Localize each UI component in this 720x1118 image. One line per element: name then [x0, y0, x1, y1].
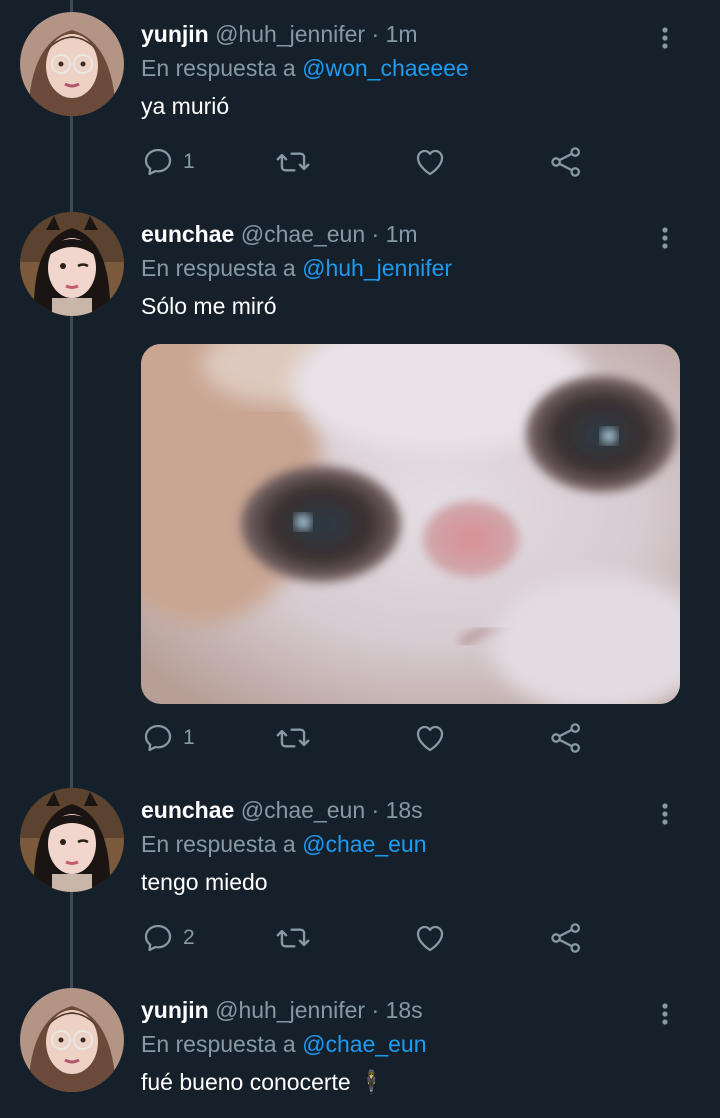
retweet-button[interactable] — [275, 144, 311, 180]
reply-count: 1 — [183, 150, 195, 173]
mention-link[interactable]: @won_chaeeee — [302, 55, 469, 81]
user-handle[interactable]: @huh_jennifer — [215, 21, 365, 47]
like-button[interactable] — [413, 720, 447, 756]
avatar[interactable] — [20, 788, 124, 892]
tweet[interactable]: eunchae @chae_eun · 18s En respuesta a @… — [0, 788, 720, 964]
reply-count: 2 — [183, 926, 195, 949]
tweet-header: eunchae @chae_eun · 18s — [141, 794, 423, 826]
mention-link[interactable]: @chae_eun — [302, 1031, 426, 1057]
display-name[interactable]: eunchae — [141, 797, 234, 823]
display-name[interactable]: yunjin — [141, 21, 209, 47]
display-name[interactable]: yunjin — [141, 997, 209, 1023]
tweet[interactable]: yunjin @huh_jennifer · 1m En respuesta a… — [0, 12, 720, 188]
retweet-icon — [276, 728, 310, 748]
tweet-header: eunchae @chae_eun · 1m — [141, 218, 418, 250]
mention-link[interactable]: @chae_eun — [302, 831, 426, 857]
share-button[interactable] — [549, 920, 583, 956]
reply-prefix: En respuesta a — [141, 831, 296, 857]
like-icon — [416, 149, 444, 176]
tweet-actions: 2 — [141, 920, 591, 956]
tweet-actions: 1 — [141, 720, 591, 756]
timestamp[interactable]: 1m — [386, 221, 418, 247]
mention-link[interactable]: @huh_jennifer — [302, 255, 452, 281]
reply-button[interactable]: 2 — [141, 920, 195, 956]
reply-context: En respuesta a @chae_eun — [141, 828, 427, 860]
reply-button[interactable]: 1 — [141, 144, 195, 180]
avatar[interactable] — [20, 12, 124, 116]
separator-dot: · — [371, 21, 380, 47]
tweet-text: ya murió — [141, 93, 230, 119]
tweet-header: yunjin @huh_jennifer · 18s — [141, 994, 423, 1026]
tweet-text: Sólo me miró — [141, 293, 277, 319]
reply-prefix: En respuesta a — [141, 1031, 296, 1057]
display-name[interactable]: eunchae — [141, 221, 234, 247]
reply-prefix: En respuesta a — [141, 55, 296, 81]
timestamp[interactable]: 18s — [386, 797, 423, 823]
reply-context: En respuesta a @chae_eun — [141, 1028, 427, 1060]
share-button[interactable] — [549, 720, 583, 756]
reply-prefix: En respuesta a — [141, 255, 296, 281]
retweet-icon — [276, 152, 310, 172]
more-vertical-icon[interactable] — [652, 24, 678, 56]
more-vertical-icon[interactable] — [652, 800, 678, 832]
avatar[interactable] — [20, 988, 124, 1092]
tweet[interactable]: yunjin @huh_jennifer · 18s En respuesta … — [0, 988, 720, 1118]
more-vertical-icon[interactable] — [652, 1000, 678, 1032]
reply-icon — [144, 148, 172, 176]
user-handle[interactable]: @chae_eun — [241, 221, 365, 247]
reply-icon — [144, 724, 172, 752]
share-icon — [551, 723, 581, 753]
like-icon — [416, 725, 444, 752]
timestamp[interactable]: 1m — [386, 21, 418, 47]
separator-dot: · — [371, 997, 380, 1023]
reply-context: En respuesta a @huh_jennifer — [141, 252, 452, 284]
retweet-icon — [276, 928, 310, 948]
separator-dot: · — [371, 797, 380, 823]
user-handle[interactable]: @huh_jennifer — [215, 997, 365, 1023]
tweet-header: yunjin @huh_jennifer · 1m — [141, 18, 417, 50]
reply-context: En respuesta a @won_chaeeee — [141, 52, 469, 84]
like-button[interactable] — [413, 144, 447, 180]
tweet-text: fué bueno conocerte 🕴 — [141, 1069, 386, 1095]
reply-count: 1 — [183, 726, 195, 749]
share-button[interactable] — [549, 144, 583, 180]
share-icon — [551, 923, 581, 953]
avatar[interactable] — [20, 212, 124, 316]
user-handle[interactable]: @chae_eun — [241, 797, 365, 823]
share-icon — [551, 147, 581, 177]
tweet-text: tengo miedo — [141, 869, 268, 895]
like-button[interactable] — [413, 920, 447, 956]
retweet-button[interactable] — [275, 720, 311, 756]
reply-button[interactable]: 1 — [141, 720, 195, 756]
retweet-button[interactable] — [275, 920, 311, 956]
reply-icon — [144, 924, 172, 952]
separator-dot: · — [371, 221, 380, 247]
timestamp[interactable]: 18s — [386, 997, 423, 1023]
tweet-actions: 1 — [141, 144, 591, 180]
tweet-media-image[interactable] — [141, 344, 680, 704]
more-vertical-icon[interactable] — [652, 224, 678, 256]
like-icon — [416, 925, 444, 952]
